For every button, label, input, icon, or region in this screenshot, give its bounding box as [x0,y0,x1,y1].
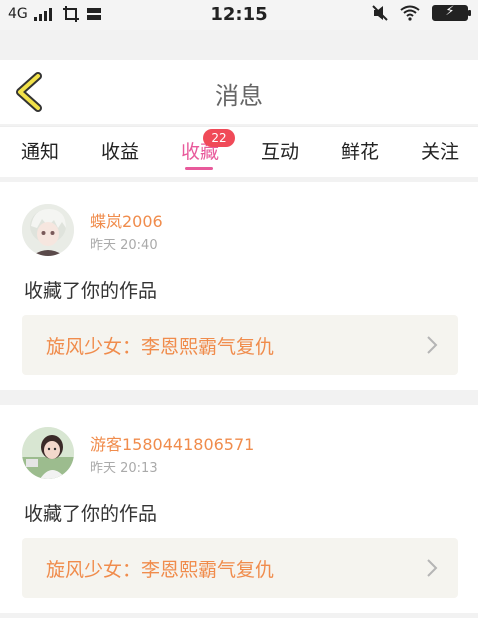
active-tab-indicator [185,167,213,170]
username[interactable]: 蝶岚2006 [90,208,163,232]
battery-icon: ⚡ [432,4,471,21]
notification-card: 游客1580441806571 昨天 20:13 收藏了你的作品 旋风少女：李恩… [0,405,478,613]
avatar[interactable] [22,204,74,256]
tab-label: 通知 [20,141,59,163]
page-title: 消息 [215,82,263,110]
status-right: ⚡ [372,4,471,21]
chevron-right-icon [427,559,438,577]
notification-card: 蝶岚2006 昨天 20:40 收藏了你的作品 旋风少女：李恩熙霸气复仇 [0,182,478,390]
mute-icon [372,5,388,21]
tab-interaction[interactable]: 互动 [250,137,310,164]
avatar-image [22,427,74,479]
tab-favorites[interactable]: 收藏 22 [170,129,235,170]
notification-message: 收藏了你的作品 [24,503,158,525]
tab-bar: 通知 收益 收藏 22 互动 鲜花 关注 [0,126,478,177]
wifi-icon [400,5,420,21]
header: 消息 [0,60,478,124]
notification-message: 收藏了你的作品 [24,280,158,302]
timestamp: 昨天 20:13 [90,461,158,476]
tab-label: 关注 [420,141,459,163]
timestamp: 昨天 20:40 [90,238,158,253]
tab-notice[interactable]: 通知 [10,137,70,164]
work-title: 旋风少女：李恩熙霸气复仇 [46,336,275,358]
tab-label: 互动 [260,141,299,163]
work-link[interactable]: 旋风少女：李恩熙霸气复仇 [22,538,458,598]
tab-label: 收益 [100,141,139,163]
tab-label: 鲜花 [340,141,379,163]
work-link[interactable]: 旋风少女：李恩熙霸气复仇 [22,315,458,375]
status-bar: 4G 12:15 ⚡ [0,0,478,30]
tab-flowers[interactable]: 鲜花 [330,137,390,164]
unread-badge: 22 [203,129,235,147]
tab-following[interactable]: 关注 [410,137,470,164]
work-title: 旋风少女：李恩熙霸气复仇 [46,559,275,581]
avatar[interactable] [22,427,74,479]
chevron-right-icon [427,336,438,354]
username[interactable]: 游客1580441806571 [90,431,254,455]
tab-earnings[interactable]: 收益 [90,137,150,164]
avatar-image [22,204,74,256]
